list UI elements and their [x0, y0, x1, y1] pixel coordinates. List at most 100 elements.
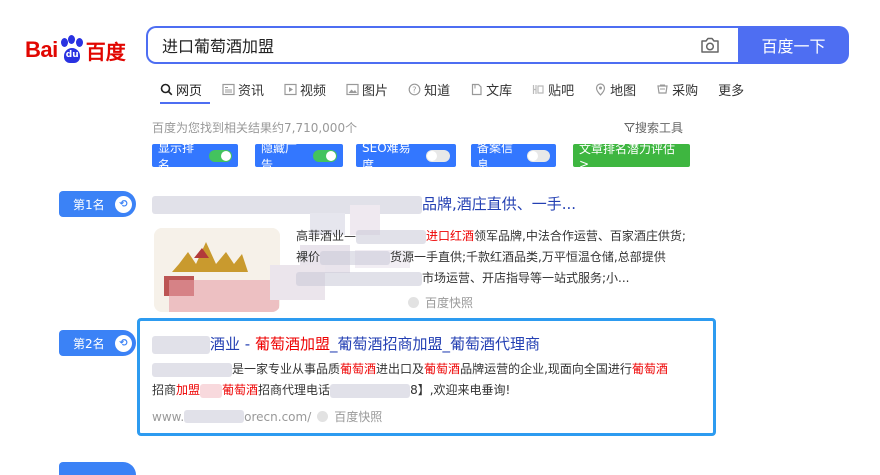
logo-baidu-cn: 百度	[85, 39, 126, 64]
show-rank-toggle[interactable]: 显示排名	[152, 141, 238, 172]
text-span: 货源一手直供;千款红酒品类,万平恒温仓储,总部提供	[390, 250, 666, 264]
redacted-blur	[152, 362, 232, 377]
tab-label: 知道	[424, 83, 451, 99]
redacted-blur	[296, 271, 422, 286]
cart-icon	[657, 84, 668, 94]
result-1-abstract: 高菲酒业— 进口红酒领军品牌,中法合作运营、百家酒庄供货; 裸价 货源一手直供;千款…	[296, 226, 716, 289]
title-highlight: 葡萄酒加盟	[254, 335, 330, 353]
rank-text: 第1名	[73, 197, 105, 212]
highlight-text: 葡萄酒	[631, 362, 668, 376]
tab-image[interactable]: 图片	[346, 78, 388, 100]
video-icon	[284, 83, 297, 95]
result-url: www.	[152, 409, 185, 424]
image-icon	[346, 83, 359, 95]
result-1-meta: 百度快照	[402, 294, 473, 311]
tab-tieba[interactable]: 贴吧	[532, 78, 574, 100]
tab-label: 网页	[176, 83, 203, 99]
tab-label: 文库	[486, 83, 513, 99]
rank-potential-button[interactable]: 文章排名潜力评估 >	[573, 142, 690, 171]
seo-difficulty-toggle[interactable]: SEO难易度	[356, 141, 456, 172]
toggle-switch	[426, 149, 450, 162]
search-tools-label: 搜索工具	[635, 121, 684, 135]
rank-label-2: 第2名 ⟲	[59, 330, 136, 356]
toggle-switch	[209, 149, 232, 162]
text-span: 8】,欢迎来电垂询!	[410, 383, 511, 397]
record-info-toggle[interactable]: 备案信息	[471, 141, 556, 172]
result-2-abstract: 是一家专业从事品质葡萄酒进出口及葡萄酒品牌运营的企业,现面向全国进行葡萄酒 招商…	[152, 359, 712, 401]
rank-text: 第2名	[73, 336, 105, 351]
abstract-line: 高菲酒业— 进口红酒领军品牌,中法合作运营、百家酒庄供货;	[296, 226, 716, 247]
text-span: 高菲酒业—	[296, 229, 357, 243]
baidu-logo[interactable]: Bai du 百度	[25, 33, 126, 67]
logo-bai-text: Bai	[25, 37, 58, 62]
rank-label-3-partial	[59, 462, 136, 475]
redacted-blur	[184, 410, 245, 423]
search-box	[146, 26, 738, 64]
rank-label-1: 第1名 ⟲	[59, 191, 136, 217]
filter-icon	[624, 123, 635, 133]
highlight-text: 加盟	[176, 383, 201, 397]
seo-difficulty-label: SEO难易度	[362, 140, 411, 172]
svg-text:?: ?	[412, 85, 416, 94]
tab-wenku[interactable]: 文库	[470, 78, 512, 100]
news-icon	[222, 83, 235, 95]
active-tab-underline	[160, 102, 210, 104]
text-span: 领军品牌,中法合作运营、百家酒庄供货;	[474, 229, 686, 243]
result-1-title-tail: 品牌,酒庄直供、一手...	[422, 195, 577, 213]
text-span: 招商代理电话	[258, 383, 331, 397]
text-span: 品牌运营的企业,现面向全国进行	[460, 362, 632, 376]
tab-map[interactable]: 地图	[594, 78, 636, 100]
question-icon: ?	[408, 83, 421, 95]
snapshot-link[interactable]: 百度快照	[334, 408, 382, 425]
abstract-line: 是一家专业从事品质葡萄酒进出口及葡萄酒品牌运营的企业,现面向全国进行葡萄酒	[152, 359, 712, 380]
doc-icon	[471, 83, 482, 95]
search-tabs: 网页 资讯 视频 图片 ? 知道 文库 贴吧 地图 采购 更多	[160, 78, 764, 100]
result-1-thumbnail[interactable]	[154, 228, 280, 312]
redacted-blur	[320, 250, 391, 265]
tab-zhidao[interactable]: ? 知道	[408, 78, 450, 100]
rank-link-icon: ⟲	[115, 334, 132, 352]
tab-label: 采购	[672, 83, 699, 99]
toggle-switch	[313, 149, 337, 162]
search-tools-button[interactable]: 搜索工具	[624, 119, 683, 136]
tab-news[interactable]: 资讯	[222, 78, 264, 100]
redacted-blur	[152, 335, 210, 354]
title-part: 酒业 -	[210, 335, 255, 353]
abstract-line: 招商加盟 葡萄酒招商代理电话 8】,欢迎来电垂询!	[152, 380, 712, 401]
title-part: _葡萄酒招商加盟_葡萄酒代理商	[329, 335, 540, 353]
redacted-blur	[356, 229, 427, 244]
camera-icon[interactable]	[700, 37, 720, 54]
text-span: 招商	[152, 383, 177, 397]
search-input[interactable]	[148, 28, 696, 62]
snapshot-icon	[317, 411, 329, 422]
abstract-line: 市场运营、开店指导等一站式服务;小...	[296, 268, 716, 289]
hide-ads-toggle[interactable]: 隐藏广告	[255, 141, 343, 172]
result-2-title[interactable]: 酒业 - 葡萄酒加盟_葡萄酒招商加盟_葡萄酒代理商	[152, 333, 540, 354]
show-rank-label: 显示排名	[158, 140, 195, 172]
rank-link-icon: ⟲	[115, 195, 132, 213]
search-button[interactable]: 百度一下	[738, 26, 849, 64]
result-count: 百度为您找到相关结果约7,710,000个	[152, 121, 358, 135]
text-span: 市场运营、开店指导等一站式服务;小...	[422, 271, 630, 285]
logo-du-text: du	[65, 50, 79, 60]
redacted-blur	[200, 383, 223, 398]
tab-purchase[interactable]: 采购	[656, 78, 698, 100]
tab-webpage[interactable]: 网页	[160, 78, 202, 100]
wine-brand-image	[154, 228, 280, 312]
result-2-meta: www. orecn.com/ 百度快照	[152, 408, 382, 425]
highlight-text: 葡萄酒	[340, 362, 377, 376]
abstract-line: 裸价 货源一手直供;千款红酒品类,万平恒温仓储,总部提供	[296, 247, 716, 268]
text-span: 进出口及	[376, 362, 425, 376]
text-span: 是一家专业从事品质	[232, 362, 341, 376]
search-icon	[160, 83, 173, 95]
tab-label: 贴吧	[548, 83, 575, 99]
tab-video[interactable]: 视频	[284, 78, 326, 100]
snapshot-link[interactable]: 百度快照	[425, 294, 473, 311]
highlight-text: 葡萄酒	[424, 362, 461, 376]
tab-more[interactable]: 更多	[718, 78, 744, 100]
tab-label: 地图	[610, 83, 637, 99]
redacted-blur	[330, 383, 411, 398]
highlight-text: 进口红酒	[426, 229, 475, 243]
map-icon	[596, 82, 606, 96]
result-url: orecn.com/	[244, 409, 312, 424]
